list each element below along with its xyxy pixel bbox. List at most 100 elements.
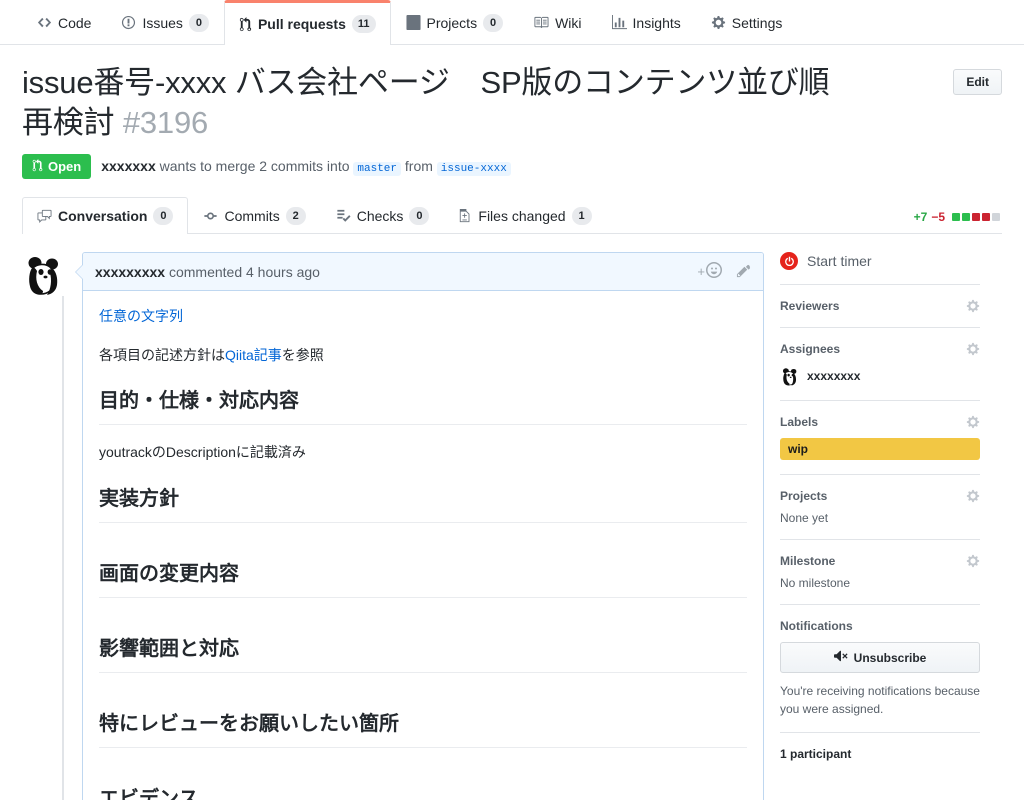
- pr-number: #3196: [122, 104, 209, 140]
- sidebar-section-participants: 1 participant: [780, 747, 980, 775]
- edit-button[interactable]: Edit: [953, 69, 1002, 95]
- nav-label: Issues: [142, 14, 183, 31]
- nav-counter: 0: [188, 13, 209, 32]
- tab-label: Conversation: [58, 208, 148, 225]
- tab-files-changed[interactable]: Files changed 1: [444, 197, 606, 234]
- tab-commits[interactable]: Commits 2: [188, 197, 320, 234]
- comment-author[interactable]: xxxxxxxxx: [95, 264, 165, 280]
- assignee-item[interactable]: xxxxxxxx: [780, 366, 980, 386]
- merge-summary: xxxxxxx wants to merge 2 commits into ma…: [101, 158, 511, 177]
- gear-icon[interactable]: [966, 554, 980, 568]
- unsubscribe-button[interactable]: Unsubscribe: [780, 642, 980, 674]
- status-badge: Open: [22, 154, 92, 180]
- sidebar: Start timer Reviewers Assignees xxxxxxxx…: [780, 252, 980, 800]
- base-branch[interactable]: master: [353, 162, 401, 177]
- nav-label: Settings: [731, 14, 783, 31]
- gear-icon[interactable]: [966, 342, 980, 356]
- comment-header-actions: +: [697, 262, 751, 281]
- diff-icon: [459, 209, 472, 223]
- avatar: [780, 366, 800, 386]
- diffstat-block: [972, 213, 980, 222]
- labels-header: Labels: [780, 415, 980, 429]
- gear-icon: [711, 15, 726, 30]
- reviewers-title: Reviewers: [780, 299, 840, 314]
- nav-label: Projects: [426, 14, 478, 31]
- intro-paragraph: 任意の文字列: [99, 305, 747, 327]
- milestone-title: Milestone: [780, 554, 836, 569]
- nav-item-wiki[interactable]: Wiki: [518, 0, 596, 44]
- milestone-value: No milestone: [780, 576, 851, 591]
- sidebar-section-milestone: Milestone No milestone: [780, 554, 980, 606]
- project-icon: [405, 15, 421, 30]
- edit-comment-icon[interactable]: [736, 263, 751, 281]
- nav-item-code[interactable]: Code: [22, 0, 106, 44]
- gear-icon[interactable]: [966, 415, 980, 429]
- status-badge-label: Open: [48, 159, 82, 175]
- comment-discussion-icon: [37, 209, 52, 224]
- comment-box: xxxxxxxxx commented 4 hours ago + 任意の文字列…: [75, 252, 764, 800]
- nav-label: Code: [58, 14, 92, 31]
- state-row: Open xxxxxxx wants to merge 2 commits in…: [22, 154, 1002, 180]
- pr-tabs: Conversation 0 Commits 2 Checks 0 Files …: [22, 197, 1002, 235]
- tab-conversation[interactable]: Conversation 0: [22, 197, 189, 235]
- notifications-header: Notifications: [780, 619, 980, 633]
- pull-request-page: issue番号-xxxx バス会社ページ SP版のコンテンツ並び順再検討 #31…: [0, 45, 1024, 800]
- comment-timeline-item: xxxxxxxxx commented 4 hours ago + 任意の文字列…: [22, 252, 764, 800]
- nav-item-insights[interactable]: Insights: [597, 0, 696, 44]
- sidebar-section-assignees: Assignees xxxxxxxx: [780, 342, 980, 402]
- code-icon: [37, 15, 52, 30]
- projects-header: Projects: [780, 489, 980, 503]
- gear-icon[interactable]: [966, 489, 980, 503]
- repo-navigation: Code Issues 0 Pull requests 11 Projects …: [0, 0, 1024, 45]
- section-heading-screen-changes: 画面の変更内容: [99, 561, 747, 598]
- diffstat-block: [982, 213, 990, 222]
- tab-counter: 2: [285, 207, 306, 226]
- nav-label: Insights: [632, 14, 681, 31]
- checklist-icon: [336, 209, 351, 223]
- intro-link[interactable]: 任意の文字列: [99, 308, 183, 324]
- tab-counter: 0: [409, 207, 430, 226]
- diffstat-block: [992, 213, 1000, 222]
- comment-meta: commented 4 hours ago: [168, 263, 320, 280]
- reviewers-header: Reviewers: [780, 299, 980, 313]
- assignee-name: xxxxxxxx: [807, 369, 861, 384]
- assignees-title: Assignees: [780, 342, 841, 357]
- reference-prefix: 各項目の記述方針は: [99, 346, 225, 363]
- section-heading-evidence: エビデンス: [99, 786, 747, 800]
- page-content: xxxxxxxxx commented 4 hours ago + 任意の文字列…: [22, 252, 1002, 800]
- page-title: issue番号-xxxx バス会社ページ SP版のコンテンツ並び順再検討 #31…: [22, 63, 842, 142]
- participants-count: 1 participant: [780, 747, 852, 762]
- qiita-link[interactable]: Qiita記事: [225, 347, 282, 363]
- nav-item-issues[interactable]: Issues 0: [106, 0, 223, 44]
- merge-text-2: from: [404, 158, 433, 175]
- merge-author: xxxxxxx: [101, 158, 156, 175]
- start-timer-label: Start timer: [807, 253, 872, 270]
- gear-icon[interactable]: [966, 299, 980, 313]
- timeline: xxxxxxxxx commented 4 hours ago + 任意の文字列…: [22, 252, 764, 800]
- plus-sign: +: [697, 264, 705, 280]
- head-branch[interactable]: issue-xxxx: [436, 162, 511, 177]
- section-heading-impact: 影響範囲と対応: [99, 636, 747, 673]
- nav-counter: 0: [483, 13, 504, 32]
- nav-counter: 11: [351, 15, 376, 33]
- nav-label: Pull requests: [257, 16, 346, 32]
- add-reaction-button[interactable]: +: [697, 262, 722, 281]
- nav-item-settings[interactable]: Settings: [696, 0, 798, 44]
- diffstat-block: [952, 213, 960, 222]
- nav-item-projects[interactable]: Projects 0: [391, 0, 519, 44]
- merge-text-1: wants to merge 2 commits into: [159, 158, 350, 175]
- issue-opened-icon: [121, 15, 136, 30]
- section-heading-purpose: 目的・仕様・対応内容: [99, 388, 747, 426]
- avatar[interactable]: [22, 252, 66, 297]
- label-chip-wip[interactable]: wip: [780, 438, 980, 461]
- tab-label: Commits: [224, 208, 280, 225]
- assignees-header: Assignees: [780, 342, 980, 356]
- diffstat-deletions: −5: [931, 210, 945, 225]
- mute-icon: [833, 649, 848, 666]
- sidebar-section-projects: Projects None yet: [780, 489, 980, 541]
- nav-item-pull-requests[interactable]: Pull requests 11: [223, 0, 391, 45]
- start-timer-button[interactable]: Start timer: [780, 252, 980, 286]
- diffstat-block: [962, 213, 970, 222]
- tab-checks[interactable]: Checks 0: [321, 197, 445, 234]
- power-icon: [780, 252, 798, 271]
